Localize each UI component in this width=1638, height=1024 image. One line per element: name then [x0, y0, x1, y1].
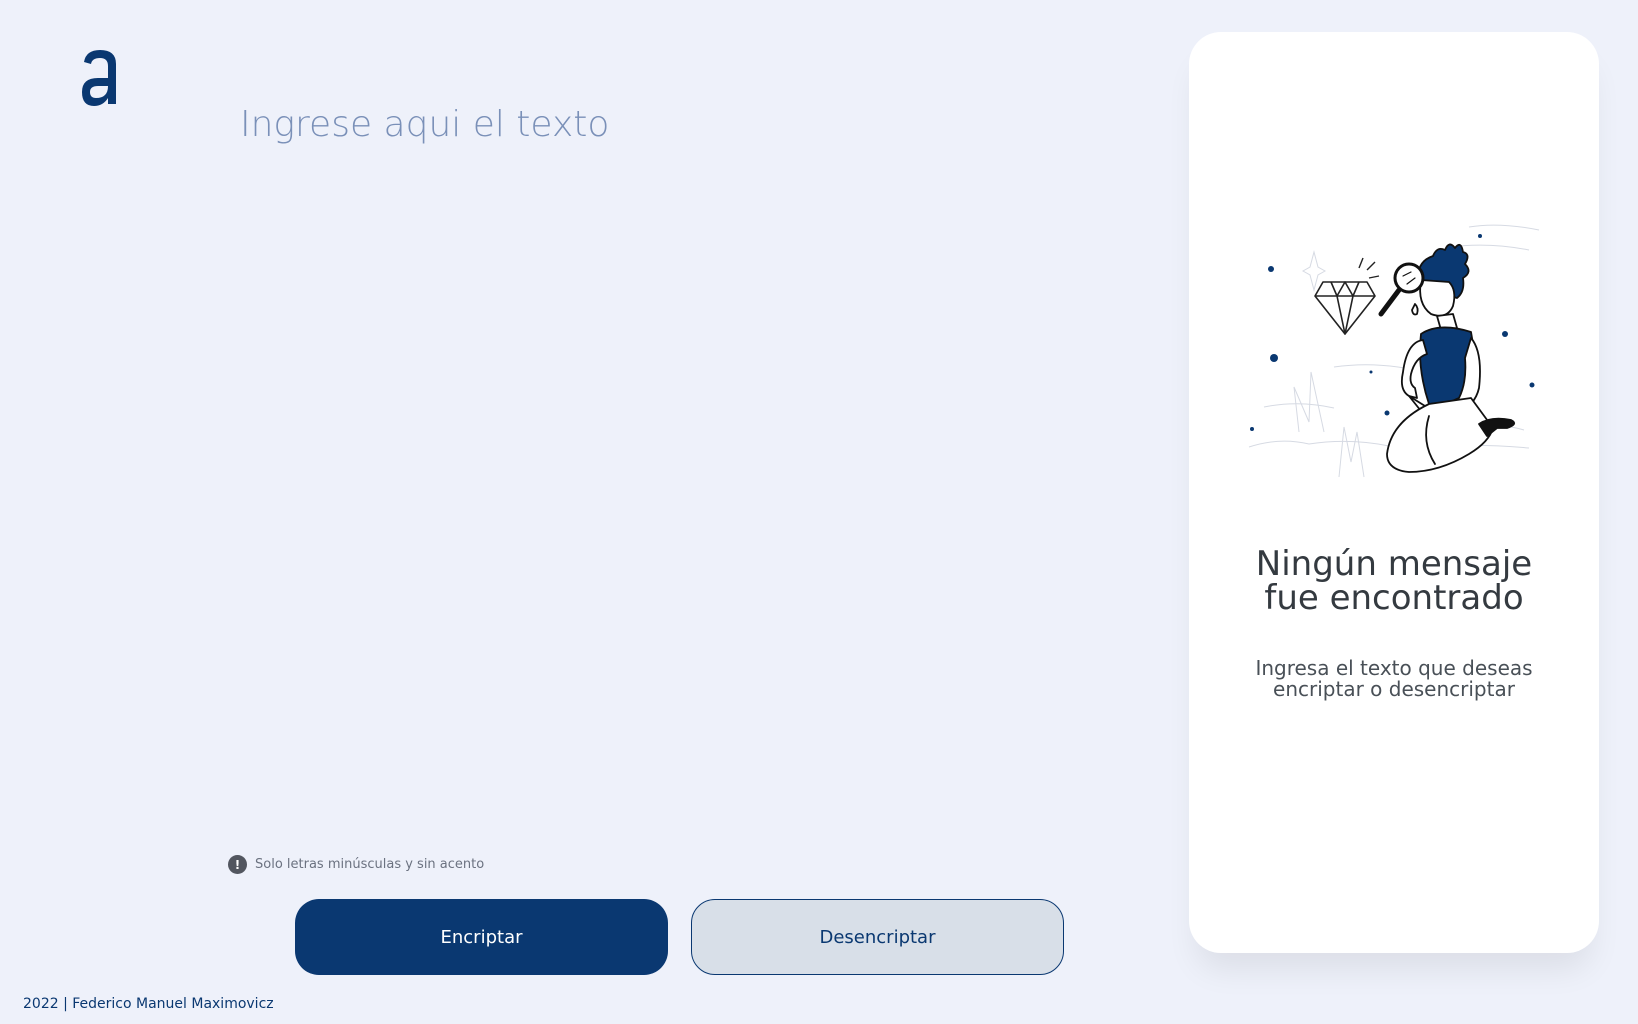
page: ! Solo letras minúsculas y sin acento En…	[0, 0, 1638, 1024]
alura-logo-icon	[82, 50, 116, 106]
empty-message-subtitle-line1: Ingresa el texto que deseas	[1255, 656, 1533, 680]
empty-message-subtitle-line2: encriptar o desencriptar	[1273, 677, 1515, 701]
empty-message-title: Ningún mensaje fue encontrado	[1189, 547, 1599, 615]
decrypt-button[interactable]: Desencriptar	[691, 899, 1064, 975]
empty-message-title-line2: fue encontrado	[1264, 578, 1524, 618]
hint-text: Solo letras minúsculas y sin acento	[255, 857, 485, 872]
footer-credit: 2022 | Federico Manuel Maximovicz	[23, 996, 274, 1012]
person-with-magnifying-glass-illustration	[1248, 224, 1540, 478]
encrypt-button[interactable]: Encriptar	[295, 899, 668, 975]
empty-message-subtitle: Ingresa el texto que deseas encriptar o …	[1189, 658, 1599, 700]
output-panel: Ningún mensaje fue encontrado Ingresa el…	[1189, 32, 1599, 953]
exclamation-circle-icon: !	[228, 855, 247, 874]
input-hint: ! Solo letras minúsculas y sin acento	[228, 855, 484, 874]
text-input[interactable]	[240, 104, 1120, 804]
empty-message-title-line1: Ningún mensaje	[1255, 544, 1533, 584]
